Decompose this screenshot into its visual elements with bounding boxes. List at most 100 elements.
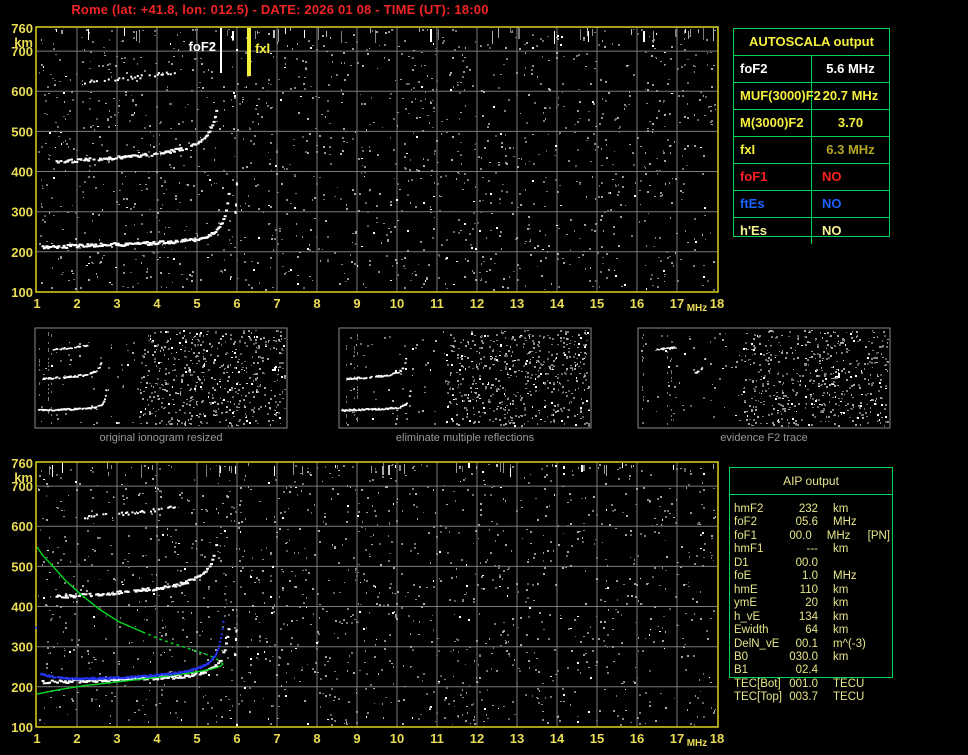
svg-text:600: 600 — [11, 519, 33, 534]
svg-text:9: 9 — [353, 296, 360, 311]
svg-text:1: 1 — [33, 731, 40, 746]
aip-param: TEC[Bot] — [734, 677, 781, 690]
svg-text:500: 500 — [11, 124, 33, 139]
aip-value: 00.1 — [795, 637, 818, 650]
aip-row: B1 02.4 — [734, 664, 890, 676]
caption-evidence-f2-trace: evidence F2 trace — [720, 432, 808, 444]
aip-param: foE — [734, 570, 752, 583]
aip-param: B0 — [734, 650, 749, 663]
svg-text:2: 2 — [73, 296, 80, 311]
autoscala-param: h'Es — [734, 218, 812, 244]
aip-row: foE 1.0 MHz — [734, 570, 890, 582]
svg-text:1: 1 — [33, 296, 40, 311]
aip-value: 134 — [798, 610, 818, 623]
svg-text:600: 600 — [11, 84, 33, 99]
svg-text:10: 10 — [390, 296, 404, 311]
svg-text:10: 10 — [390, 731, 404, 746]
aip-output-table: AIP output hmF2 232 km foF2 05.6 MHz foF1 00.0 M… — [729, 467, 893, 707]
autoscala-value: 20.7 MHz — [822, 88, 879, 103]
svg-text:6: 6 — [233, 731, 240, 746]
autoscala-row: fxI 6.3 MHz — [734, 136, 889, 163]
svg-text:18: 18 — [710, 296, 724, 311]
aip-param: Ewidth — [734, 624, 769, 637]
aip-unit: m^(-3) — [833, 637, 866, 650]
aip-value: 02.4 — [795, 664, 818, 677]
aip-unit — [833, 664, 875, 676]
svg-text:foF2: foF2 — [189, 39, 216, 54]
autoscala-value: 3.70 — [837, 115, 864, 130]
svg-text:300: 300 — [11, 205, 33, 220]
aip-value: 110 — [799, 583, 818, 596]
autoscala-param: MUF(3000)F2 — [734, 83, 821, 109]
svg-text:15: 15 — [590, 296, 604, 311]
aip-table-title: AIP output — [783, 474, 839, 488]
aip-unit: km — [833, 503, 849, 515]
svg-text:12: 12 — [470, 296, 484, 311]
aip-unit: km — [833, 624, 849, 637]
autoscala-value: NO — [822, 196, 842, 211]
aip-row: ymE 20 km — [734, 597, 890, 609]
aip-param: foF1 — [734, 529, 758, 542]
svg-text:3: 3 — [113, 731, 120, 746]
aip-row: D1 00.0 — [734, 557, 890, 569]
aip-row: TEC[Bot] 001.0 TECU — [734, 678, 890, 690]
aip-unit: MHz — [826, 529, 851, 542]
aip-row: DelN_vE 00.1 m^(-3) — [734, 638, 890, 650]
autoscala-row: MUF(3000)F2 20.7 MHz — [734, 82, 889, 109]
aip-row: hmF2 232 km — [734, 503, 890, 515]
svg-text:100: 100 — [11, 720, 33, 735]
aip-param: B1 — [734, 664, 749, 677]
aip-row: Ewidth 64 km — [734, 624, 890, 636]
autoscala-row: h'Es NO — [734, 217, 889, 244]
svg-text:8: 8 — [313, 296, 320, 311]
svg-text:8: 8 — [313, 731, 320, 746]
aip-unit: km — [833, 597, 849, 610]
svg-text:4: 4 — [153, 296, 161, 311]
aip-param: D1 — [734, 556, 749, 569]
autoscala-row: foF1 NO — [734, 163, 889, 190]
svg-text:5: 5 — [193, 731, 200, 746]
aip-param: foF2 — [734, 516, 758, 529]
svg-text:7: 7 — [273, 731, 280, 746]
aip-value: 64 — [805, 624, 818, 637]
svg-text:km: km — [14, 470, 33, 485]
svg-text:12: 12 — [470, 731, 484, 746]
aip-value: 232 — [798, 503, 818, 515]
svg-text:400: 400 — [11, 600, 33, 615]
svg-text:17: 17 — [670, 731, 684, 746]
caption-eliminate-reflections: eliminate multiple reflections — [395, 432, 535, 444]
aip-unit: TECU — [833, 677, 865, 690]
svg-text:14: 14 — [550, 731, 565, 746]
aip-param: hmE — [734, 583, 758, 596]
aip-value: 1.0 — [802, 570, 818, 583]
aip-value: 05.6 — [795, 516, 818, 529]
autoscala-param: foF2 — [734, 56, 812, 82]
aip-row: B0 030.0 km — [734, 651, 890, 663]
caption-original-ionogram: original ionogram resized — [99, 432, 223, 444]
svg-text:3: 3 — [113, 296, 120, 311]
autoscala-value: 5.6 MHz — [826, 61, 875, 76]
autoscala-row: M(3000)F2 3.70 — [734, 109, 889, 136]
aip-unit: km — [833, 543, 849, 556]
svg-text:fxI: fxI — [255, 41, 270, 56]
svg-text:km: km — [14, 35, 33, 50]
aip-unit: km — [833, 610, 849, 623]
aip-unit: TECU — [833, 691, 865, 704]
aip-unit — [833, 557, 875, 569]
svg-text:7: 7 — [273, 296, 280, 311]
autoscala-value: NO — [822, 169, 842, 184]
autoscala-param: M(3000)F2 — [734, 110, 812, 136]
aip-value: --- — [806, 543, 819, 556]
aip-param: hmF2 — [734, 503, 764, 515]
svg-text:17: 17 — [670, 296, 684, 311]
aip-row: foF2 05.6 MHz — [734, 516, 890, 528]
svg-text:4: 4 — [153, 731, 161, 746]
aip-value: 030.0 — [789, 650, 818, 663]
aip-unit: MHz — [833, 570, 857, 583]
aip-note: [PN] — [867, 529, 890, 542]
autoscala-row: ftEs NO — [734, 190, 889, 217]
svg-text:13: 13 — [510, 731, 524, 746]
svg-text:16: 16 — [630, 296, 644, 311]
autoscala-param: foF1 — [734, 164, 812, 190]
autoscala-value: NO — [822, 223, 842, 238]
